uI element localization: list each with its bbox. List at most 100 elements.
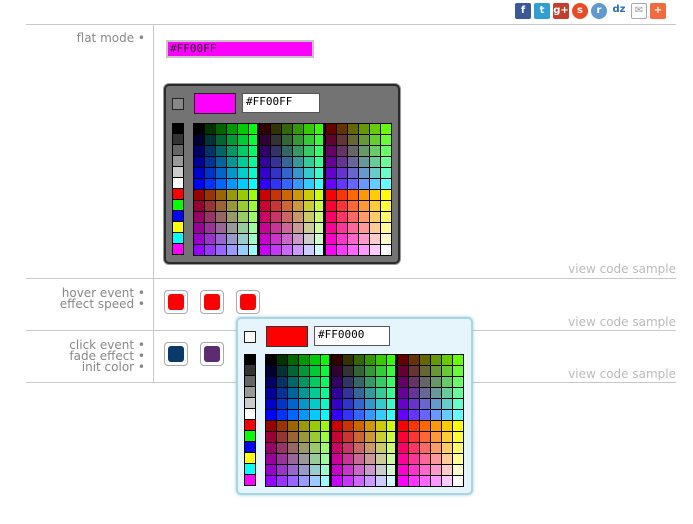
color-swatch[interactable] [321,388,332,399]
color-swatch[interactable] [431,410,442,421]
color-swatch[interactable] [293,135,304,146]
transparent-toggle[interactable] [244,331,256,343]
color-swatch[interactable] [442,454,453,465]
color-swatch[interactable] [442,432,453,443]
color-swatch[interactable] [376,410,387,421]
color-swatch[interactable] [387,443,398,454]
color-swatch[interactable] [282,157,293,168]
color-swatch[interactable] [409,377,420,388]
color-swatch[interactable] [227,157,238,168]
color-swatch[interactable] [442,355,453,366]
color-swatch[interactable] [205,168,216,179]
color-swatch[interactable] [359,168,370,179]
color-swatch[interactable] [420,432,431,443]
color-swatch[interactable] [420,366,431,377]
color-swatch[interactable] [321,476,332,487]
color-swatch[interactable] [381,234,392,245]
color-swatch[interactable] [431,366,442,377]
color-swatch[interactable] [205,245,216,256]
color-swatch[interactable] [381,146,392,157]
color-swatch[interactable] [370,124,381,135]
color-swatch[interactable] [343,388,354,399]
color-swatch[interactable] [321,377,332,388]
color-swatch[interactable] [266,377,277,388]
color-swatch[interactable] [271,245,282,256]
color-swatch[interactable] [293,146,304,157]
color-swatch[interactable] [381,212,392,223]
preset-swatch[interactable] [172,156,184,167]
click-trigger-2[interactable] [200,342,224,366]
color-swatch[interactable] [304,212,315,223]
color-swatch[interactable] [376,388,387,399]
color-swatch[interactable] [343,366,354,377]
color-swatch[interactable] [293,179,304,190]
color-swatch[interactable] [227,212,238,223]
color-swatch[interactable] [370,201,381,212]
color-swatch[interactable] [277,432,288,443]
color-swatch[interactable] [238,157,249,168]
color-swatch[interactable] [321,366,332,377]
color-swatch[interactable] [216,245,227,256]
color-swatch[interactable] [227,179,238,190]
color-swatch[interactable] [332,454,343,465]
color-swatch[interactable] [194,190,205,201]
color-swatch[interactable] [293,212,304,223]
color-swatch[interactable] [332,421,343,432]
color-swatch[interactable] [431,377,442,388]
color-swatch[interactable] [387,399,398,410]
color-swatch[interactable] [238,223,249,234]
color-swatch[interactable] [249,146,260,157]
color-swatch[interactable] [271,201,282,212]
click-trigger-1[interactable] [164,342,188,366]
color-swatch[interactable] [359,146,370,157]
color-swatch[interactable] [260,179,271,190]
color-swatch[interactable] [227,190,238,201]
color-swatch[interactable] [249,124,260,135]
color-swatch[interactable] [249,223,260,234]
color-swatch[interactable] [370,157,381,168]
color-swatch[interactable] [299,443,310,454]
color-swatch[interactable] [227,245,238,256]
color-swatch[interactable] [266,454,277,465]
color-swatch[interactable] [387,465,398,476]
color-swatch[interactable] [205,212,216,223]
color-swatch[interactable] [365,465,376,476]
color-swatch[interactable] [332,465,343,476]
color-swatch[interactable] [288,388,299,399]
color-swatch[interactable] [310,476,321,487]
color-swatch[interactable] [194,124,205,135]
color-swatch[interactable] [343,377,354,388]
color-swatch[interactable] [387,410,398,421]
color-swatch[interactable] [337,157,348,168]
color-swatch[interactable] [337,212,348,223]
color-swatch[interactable] [370,135,381,146]
color-swatch[interactable] [277,421,288,432]
color-swatch[interactable] [442,388,453,399]
color-swatch[interactable] [260,223,271,234]
color-swatch[interactable] [282,190,293,201]
color-swatch[interactable] [260,234,271,245]
color-swatch[interactable] [321,454,332,465]
color-swatch[interactable] [354,388,365,399]
color-swatch[interactable] [194,168,205,179]
color-swatch[interactable] [376,443,387,454]
color-swatch[interactable] [387,421,398,432]
color-swatch[interactable] [365,366,376,377]
color-swatch[interactable] [304,223,315,234]
color-swatch[interactable] [277,443,288,454]
color-swatch[interactable] [321,443,332,454]
color-swatch[interactable] [293,234,304,245]
preset-swatch[interactable] [172,178,184,189]
transparent-toggle[interactable] [172,98,184,110]
color-swatch[interactable] [365,399,376,410]
color-swatch[interactable] [365,454,376,465]
color-swatch[interactable] [348,234,359,245]
color-swatch[interactable] [282,234,293,245]
flat-color-input[interactable] [166,40,314,58]
color-swatch[interactable] [299,476,310,487]
color-swatch[interactable] [299,432,310,443]
color-swatch[interactable] [387,366,398,377]
color-swatch[interactable] [194,245,205,256]
color-swatch[interactable] [288,421,299,432]
color-swatch[interactable] [354,421,365,432]
